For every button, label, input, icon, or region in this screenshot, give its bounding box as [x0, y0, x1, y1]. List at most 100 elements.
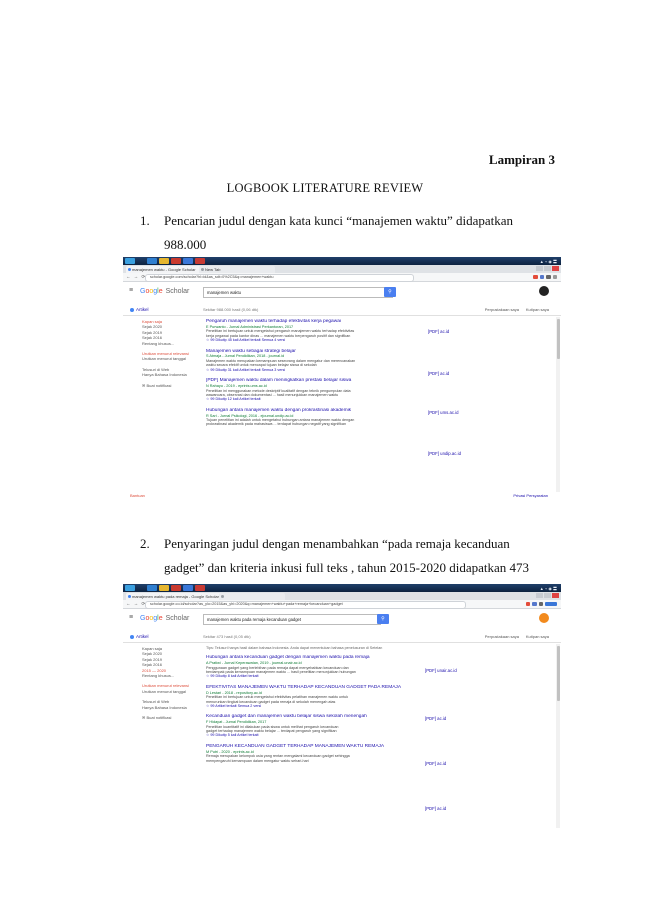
create-alert[interactable]: ✉ Buat notifikasi — [142, 715, 197, 720]
avatar[interactable] — [539, 613, 549, 623]
create-alert[interactable]: ✉ Buat notifikasi — [142, 383, 197, 388]
scrollbar-thumb[interactable] — [556, 319, 560, 359]
window-controls[interactable] — [535, 266, 559, 272]
articles-icon — [130, 634, 134, 639]
pdf-link[interactable]: [PDF] ac.id — [428, 371, 449, 376]
pdf-link[interactable]: [PDF] unair.ac.id — [425, 668, 457, 673]
folder-icon — [159, 585, 169, 591]
result-links[interactable]: ☆ 99 Dikutip 12 kali Artikel terkait — [206, 397, 431, 402]
pdf-link[interactable]: [PDF] undip.ac.id — [428, 451, 461, 456]
item-text-line1: Penyaringan judul dengan menambahkan “pa… — [164, 536, 510, 551]
pdf-link[interactable]: [PDF] ac.id — [428, 329, 449, 334]
list-item: EFEKTIVITAS MANAJEMEN WAKTU TERHADAP KEC… — [206, 685, 431, 709]
help-link[interactable]: Bantuan — [130, 493, 145, 498]
scrollbar[interactable] — [556, 317, 560, 492]
scholar-favicon — [127, 594, 131, 598]
pdf-link[interactable]: [PDF] ac.id — [425, 716, 446, 721]
google-scholar-logo[interactable]: Google Scholar — [140, 288, 189, 295]
my-citations-link[interactable]: Kutipan saya — [526, 634, 549, 639]
maximize-icon[interactable] — [544, 593, 551, 598]
address-bar: ← → ⟳ scholar.google.co.id/scholar?as_yl… — [123, 600, 561, 609]
result-links[interactable]: ☆ 99 Dikutip 5 kali Artikel terkait — [206, 733, 431, 738]
result-snippet: prokrastinasi akademik pada mahasiswa ..… — [206, 422, 347, 427]
close-icon[interactable] — [552, 593, 559, 598]
result-links[interactable]: ☆ 99 Dikutip 31 kali Artikel terkait Sem… — [206, 368, 431, 373]
newtab-favicon — [220, 594, 224, 598]
result-snippet: mempengaruhi kemampuan dalam mengatur wa… — [206, 758, 309, 763]
my-library-link[interactable]: Perpustakaan saya — [485, 307, 519, 312]
result-count: Sekitar 988.000 hasil (0,06 dtk) — [203, 307, 259, 312]
chrome-icon — [183, 258, 193, 264]
google-scholar-logo[interactable]: Google Scholar — [140, 615, 189, 622]
list-item: PENGARUH KECANDUAN GADGET TERHADAP MANAJ… — [206, 744, 431, 763]
list-item: [PDF] Manajemen waktu dalam meningkatkan… — [206, 378, 431, 402]
my-library-link[interactable]: Perpustakaan saya — [485, 634, 519, 639]
menu-icon[interactable]: ≡ — [129, 287, 133, 294]
app-icon — [195, 258, 205, 264]
pdf-link[interactable]: [PDF] ac.id — [425, 761, 446, 766]
search-button[interactable]: ⚲ — [377, 614, 389, 624]
results-list: Tips: Telusuri hanya hasil dalam bahasa … — [206, 646, 431, 769]
tab-label: New Tab — [205, 267, 221, 272]
system-tray: ▲ ⌁ ◉ 〓 — [539, 585, 557, 591]
item-text-line1: Pencarian judul dengan kata kunci “manaj… — [164, 213, 514, 228]
result-links[interactable]: ☆ 99 Dikutip 8 kali Artikel terkait — [206, 674, 431, 679]
articles-filter[interactable]: Artikel — [130, 634, 149, 639]
scholar-header: ≡ Google Scholar manajemen waktu pada re… — [123, 609, 561, 629]
my-citations-link[interactable]: Kutipan saya — [526, 307, 549, 312]
item-number: 2. — [140, 536, 150, 551]
start-icon — [125, 585, 135, 591]
ie-icon — [147, 585, 157, 591]
page-footer: Bantuan Privasi Persyaratan — [123, 492, 561, 500]
search-input[interactable]: manajemen waktu — [203, 287, 393, 298]
filter-sidebar: Kapan saja Sejak 2020 Sejak 2019 Sejak 2… — [142, 319, 197, 388]
nav-buttons[interactable]: ← → ⟳ — [126, 601, 146, 607]
address-bar: ← → ⟳ scholar.google.com/scholar?hl=id&a… — [123, 273, 561, 282]
tab-label: manajemen waktu - Google Scholar — [132, 267, 196, 272]
articles-filter[interactable]: Artikel — [130, 307, 149, 312]
list-item: Pengaruh manajemen waktu terhadap efekti… — [206, 319, 431, 343]
maximize-icon[interactable] — [544, 266, 551, 271]
minimize-icon[interactable] — [536, 266, 543, 271]
scrollbar-thumb[interactable] — [556, 646, 560, 701]
list-item: Manajemen waktu sebagai strategi belajar… — [206, 349, 431, 373]
filter-sidebar: Kapan saja Sejak 2020 Sejak 2019 Sejak 2… — [142, 646, 197, 720]
newtab-favicon — [200, 267, 204, 271]
extension-icons[interactable] — [524, 601, 557, 608]
item-number: 1. — [140, 213, 150, 228]
media-icon — [171, 585, 181, 591]
screenshot-2: ▲ ⌁ ◉ 〓 manajemen waktu pada remaja - Go… — [123, 584, 561, 830]
pdf-link[interactable]: [PDF] ums.ac.id — [428, 410, 459, 415]
window-controls[interactable] — [535, 593, 559, 599]
language-notice: Tips: Telusuri hanya hasil dalam bahasa … — [206, 646, 383, 650]
avatar[interactable] — [539, 286, 549, 296]
nav-buttons[interactable]: ← → ⟳ — [126, 274, 146, 280]
scrollbar[interactable] — [556, 644, 560, 828]
result-count: Sekitar 473 hasil (0,05 dtk) — [203, 634, 251, 639]
result-links[interactable]: ☆ 99 Dikutip 45 kali Artikel terkait Sem… — [206, 338, 431, 343]
search-button[interactable]: ⚲ — [384, 287, 396, 297]
menu-icon[interactable]: ≡ — [129, 614, 133, 621]
url-field[interactable]: scholar.google.co.id/scholar?as_ylo=2015… — [145, 601, 467, 609]
result-links[interactable]: ☆ 99 Artikel terkait Semua 2 versi — [206, 704, 431, 709]
close-icon[interactable] — [552, 266, 559, 271]
search-input[interactable]: manajemen waktu pada remaja kecanduan ga… — [203, 614, 381, 625]
tab-new[interactable] — [219, 593, 285, 600]
url-field[interactable]: scholar.google.com/scholar?hl=id&as_sdt=… — [145, 274, 414, 282]
minimize-icon[interactable] — [536, 593, 543, 598]
extension-icons[interactable] — [531, 274, 557, 281]
ie-icon — [147, 258, 157, 264]
folder-icon — [159, 258, 169, 264]
tab-scholar[interactable]: manajemen waktu pada remaja - Google Sch… — [126, 593, 222, 600]
tab-new[interactable]: New Tab — [199, 266, 275, 273]
tab-bar: manajemen waktu pada remaja - Google Sch… — [123, 592, 561, 600]
tab-scholar[interactable]: manajemen waktu - Google Scholar — [126, 266, 202, 273]
screenshot-1: ▲ ⌁ ◉ 〓 manajemen waktu - Google Scholar… — [123, 257, 561, 500]
result-title[interactable]: EFEKTIVITAS MANAJEMEN WAKTU TERHADAP KEC… — [206, 685, 431, 691]
articles-icon — [130, 307, 134, 312]
results-toolbar: Artikel Sekitar 988.000 hasil (0,06 dtk)… — [123, 304, 561, 316]
pdf-link[interactable]: [PDF] ac.id — [425, 806, 446, 811]
appendix-label: Lampiran 3 — [488, 152, 555, 167]
footer-links[interactable]: Privasi Persyaratan — [513, 493, 548, 498]
item-text-line2: 988.000 — [164, 237, 207, 252]
